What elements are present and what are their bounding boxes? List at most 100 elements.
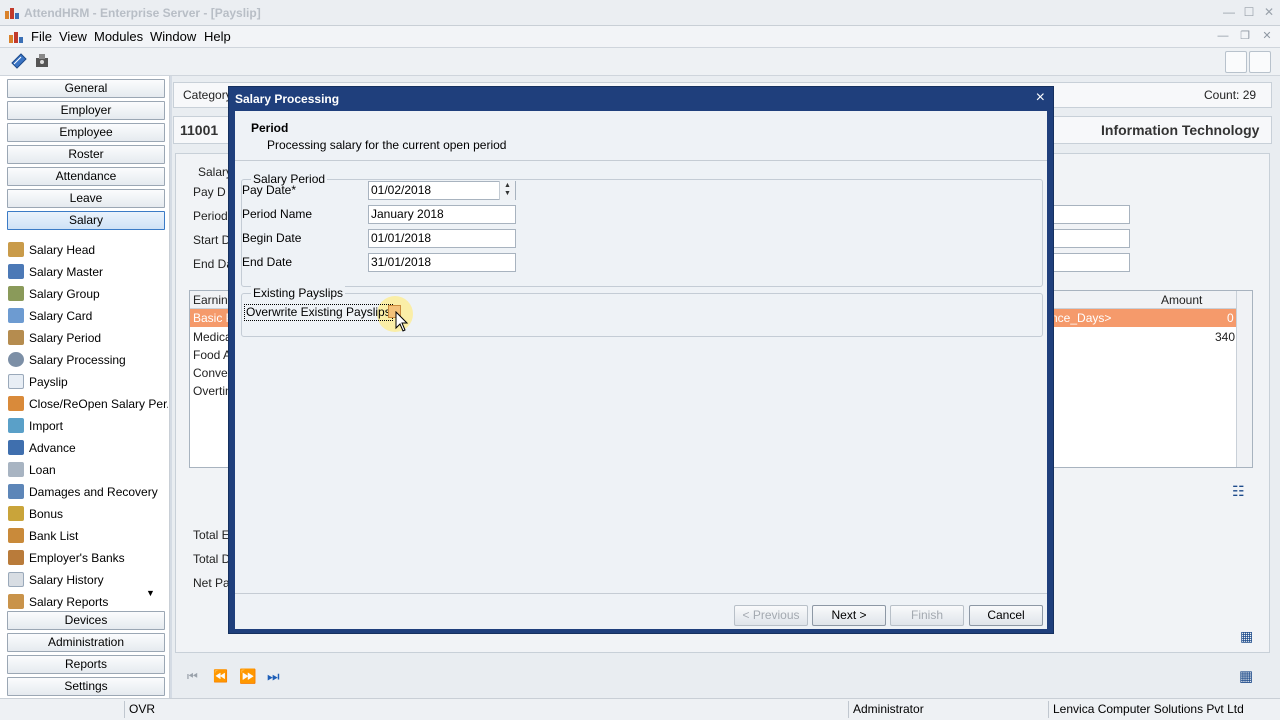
app-menu-icon[interactable] bbox=[8, 30, 24, 44]
close-reopen-icon bbox=[8, 396, 24, 411]
pay-date-spinner[interactable]: ▲ ▼ bbox=[499, 181, 515, 200]
salary-card-icon bbox=[8, 308, 24, 323]
begin-date-label: Begin Date bbox=[242, 231, 302, 245]
nav-employer[interactable]: Employer bbox=[7, 101, 165, 120]
maximize-icon[interactable]: ☐ bbox=[1240, 4, 1258, 20]
status-mode: OVR bbox=[124, 701, 244, 718]
period-field-bg[interactable] bbox=[1046, 205, 1130, 224]
nav-item-salary-history[interactable]: Salary History bbox=[8, 570, 168, 590]
nav-item-bonus[interactable]: Bonus bbox=[8, 504, 168, 524]
menu-window[interactable]: Window bbox=[150, 29, 196, 44]
nav-item-salary-head[interactable]: Salary Head bbox=[8, 240, 168, 260]
start-date-label-bg: Start D bbox=[193, 233, 231, 247]
nav-item-salary-reports[interactable]: Salary Reports bbox=[8, 592, 168, 612]
nav-settings[interactable]: Settings bbox=[7, 677, 165, 696]
nav-roster[interactable]: Roster bbox=[7, 145, 165, 164]
employee-code: 11001 bbox=[180, 122, 219, 138]
nav-leave[interactable]: Leave bbox=[7, 189, 165, 208]
advance-icon bbox=[8, 440, 24, 455]
menu-help[interactable]: Help bbox=[204, 29, 231, 44]
nav-item-salary-master[interactable]: Salary Master bbox=[8, 262, 168, 282]
previous-button[interactable]: < Previous bbox=[734, 605, 808, 626]
mdi-close-icon[interactable]: ✕ bbox=[1260, 30, 1274, 42]
salary-group-label: Salary bbox=[198, 165, 233, 179]
wizard-step-title: Period bbox=[251, 121, 289, 135]
nav-item-bank-list[interactable]: Bank List bbox=[8, 526, 168, 546]
mdi-restore-icon[interactable]: ❐ bbox=[1238, 30, 1252, 42]
row-formula: nce_Days> bbox=[1051, 311, 1112, 325]
status-bar: OVR Administrator Lenvica Computer Solut… bbox=[0, 698, 1280, 720]
grid-scrollbar[interactable] bbox=[1236, 291, 1252, 467]
end-date-field[interactable]: 31/01/2018 bbox=[368, 253, 516, 272]
nav-item-loan[interactable]: Loan bbox=[8, 460, 168, 480]
row-medical: Medica bbox=[193, 330, 232, 344]
menu-file[interactable]: File bbox=[31, 29, 52, 44]
next-button[interactable]: Next > bbox=[812, 605, 886, 626]
bank-list-icon bbox=[8, 528, 24, 543]
window-titlebar: AttendHRM - Enterprise Server - [Payslip… bbox=[0, 0, 1280, 26]
period-name-field[interactable]: January 2018 bbox=[368, 205, 516, 224]
menu-modules[interactable]: Modules bbox=[94, 29, 143, 44]
overwrite-label[interactable]: Overwrite Existing Payslips bbox=[244, 304, 393, 321]
nav-item-salary-period[interactable]: Salary Period bbox=[8, 328, 168, 348]
prev-record-icon[interactable]: ⏪ bbox=[213, 669, 228, 683]
close-icon[interactable]: ✕ bbox=[1260, 4, 1278, 20]
nav-item-damages[interactable]: Damages and Recovery bbox=[8, 482, 168, 502]
end-date-field-bg[interactable] bbox=[1046, 253, 1130, 272]
nav-item-import[interactable]: Import bbox=[8, 416, 168, 436]
nav-salary[interactable]: Salary bbox=[7, 211, 165, 230]
tile-windows-icon[interactable] bbox=[1225, 51, 1247, 73]
begin-date-field[interactable]: 01/01/2018 bbox=[368, 229, 516, 248]
nav-item-salary-card[interactable]: Salary Card bbox=[8, 306, 168, 326]
salary-reports-icon bbox=[8, 594, 24, 609]
nav-item-salary-group[interactable]: Salary Group bbox=[8, 284, 168, 304]
toolbar bbox=[0, 48, 1280, 76]
book-icon[interactable] bbox=[9, 51, 31, 73]
next-record-icon[interactable]: ⏩ bbox=[239, 668, 256, 685]
nav-item-close-reopen[interactable]: Close/ReOpen Salary Per... bbox=[8, 394, 168, 414]
calendar-view-icon[interactable]: ▦ bbox=[1239, 667, 1253, 685]
nav-general[interactable]: General bbox=[7, 79, 165, 98]
app-icon bbox=[5, 8, 19, 19]
start-date-field-bg[interactable] bbox=[1046, 229, 1130, 248]
salary-history-icon bbox=[8, 572, 24, 587]
salary-master-icon bbox=[8, 264, 24, 279]
status-user: Administrator bbox=[848, 701, 1046, 718]
cascade-windows-icon[interactable] bbox=[1249, 51, 1271, 73]
dialog-body: Period Processing salary for the current… bbox=[235, 111, 1047, 629]
nav-item-advance[interactable]: Advance bbox=[8, 438, 168, 458]
last-record-icon[interactable]: ⏭ bbox=[267, 668, 280, 685]
device-icon[interactable] bbox=[33, 51, 55, 73]
table-view-icon[interactable]: ▦ bbox=[1240, 628, 1253, 645]
existing-payslips-group-title: Existing Payslips bbox=[251, 286, 346, 300]
footer-divider bbox=[235, 593, 1047, 594]
grid-view-icon[interactable]: ☷ bbox=[1232, 483, 1245, 500]
total-earnings-label: Total E bbox=[193, 528, 230, 542]
mdi-minimize-icon[interactable]: — bbox=[1216, 30, 1230, 42]
row-amount: 0 bbox=[1227, 311, 1234, 325]
wizard-header: Period Processing salary for the current… bbox=[235, 111, 1047, 161]
nav-administration[interactable]: Administration bbox=[7, 633, 165, 652]
bonus-icon bbox=[8, 506, 24, 521]
nav-item-salary-processing[interactable]: Salary Processing bbox=[8, 350, 168, 370]
left-navigation: General Employer Employee Roster Attenda… bbox=[0, 76, 170, 698]
nav-employee[interactable]: Employee bbox=[7, 123, 165, 142]
dialog-close-icon[interactable]: × bbox=[1036, 89, 1045, 107]
cancel-button[interactable]: Cancel bbox=[969, 605, 1043, 626]
salary-head-icon bbox=[8, 242, 24, 257]
pay-date-label-bg: Pay D bbox=[193, 185, 226, 199]
nav-reports[interactable]: Reports bbox=[7, 655, 165, 674]
scroll-down-icon[interactable]: ▼ bbox=[146, 588, 155, 598]
nav-devices[interactable]: Devices bbox=[7, 611, 165, 630]
finish-button[interactable]: Finish bbox=[890, 605, 964, 626]
nav-item-payslip[interactable]: Payslip bbox=[8, 372, 168, 392]
minimize-icon[interactable]: — bbox=[1220, 4, 1238, 20]
category-label: Category bbox=[183, 88, 232, 102]
menu-view[interactable]: View bbox=[59, 29, 87, 44]
first-record-icon[interactable]: ⏮ bbox=[187, 669, 198, 684]
pay-date-field[interactable]: 01/02/2018 ▲ ▼ bbox=[368, 181, 516, 200]
nav-attendance[interactable]: Attendance bbox=[7, 167, 165, 186]
record-navigator: ⏮ ⏪ ⏩ ⏭ ▦ bbox=[173, 665, 1272, 695]
nav-item-employers-banks[interactable]: Employer's Banks bbox=[8, 548, 168, 568]
salary-period-group: Salary Period bbox=[241, 172, 1043, 287]
